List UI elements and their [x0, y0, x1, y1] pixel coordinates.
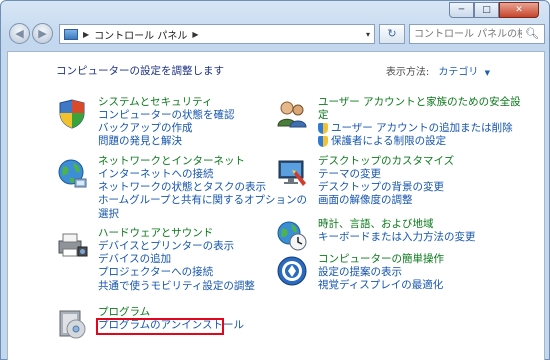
category-title[interactable]: コンピューターの簡単操作 [318, 253, 444, 266]
shield-check-icon[interactable] [56, 98, 88, 130]
category-link[interactable]: 共通で使うモビリティ設定の調整 [98, 280, 255, 293]
page-title: コンピューターの設定を調整します [56, 65, 224, 77]
printer-camera-icon[interactable] [56, 229, 88, 261]
globe-network-icon[interactable] [56, 157, 88, 189]
category-link[interactable]: ユーザー アカウントの追加または削除 [318, 122, 521, 135]
programs-disc-icon[interactable] [56, 308, 88, 340]
category-link[interactable]: デバイスとプリンターの表示 [98, 240, 255, 253]
highlight-annotation [96, 318, 224, 335]
desktop-paint-icon[interactable] [276, 157, 308, 189]
minimize-button[interactable]: ─ [449, 2, 474, 18]
category-title[interactable]: デスクトップのカスタマイズ [318, 155, 454, 168]
close-button[interactable]: ✕ [499, 2, 539, 18]
category-link[interactable]: デスクトップの背景の変更 [318, 181, 454, 194]
control-panel-icon [64, 28, 78, 40]
search-input[interactable] [410, 25, 522, 43]
category-link[interactable]: デバイスの追加 [98, 253, 255, 266]
category-link[interactable]: バックアップの作成 [98, 122, 235, 135]
category-link[interactable]: テーマの変更 [318, 168, 454, 181]
forward-button[interactable]: ▶ [32, 23, 53, 44]
category-link[interactable]: 視覚ディスプレイの最適化 [318, 279, 444, 292]
view-by: 表示方法: カテゴリ ▼ [386, 63, 490, 78]
maximize-button[interactable]: □ [474, 2, 499, 18]
navigation-bar: ◀ ▶ ▶ コントロール パネル ▶ ▾ ↻ 🔍︎ [7, 21, 545, 47]
users-icon[interactable] [276, 98, 308, 130]
category-link[interactable]: コンピューターの状態を確認 [98, 109, 235, 122]
explorer-window: ─ □ ✕ ◀ ▶ ▶ コントロール パネル ▶ ▾ ↻ 🔍︎ コンピューターの… [0, 0, 550, 360]
back-button[interactable]: ◀ [9, 23, 30, 44]
category-title[interactable]: 定 [318, 109, 521, 122]
view-by-label: 表示方法: [385, 67, 430, 78]
category-title[interactable]: 時計、言語、および地域 [318, 218, 476, 231]
category-link[interactable]: 設定の提案の表示 [318, 266, 444, 279]
category-link[interactable]: 画面の解像度の調整 [318, 194, 454, 207]
category-link[interactable]: 選択 [98, 208, 307, 221]
dropdown-arrow-icon[interactable]: ▼ [485, 69, 490, 77]
category-title[interactable]: システムとセキュリティ [98, 96, 235, 109]
address-bar[interactable]: ▶ コントロール パネル ▶ ▾ [59, 24, 375, 44]
category-link[interactable]: 保護者による制限の設定 [318, 135, 521, 148]
breadcrumb-separator-icon[interactable]: ▶ [83, 30, 89, 39]
view-by-dropdown[interactable]: カテゴリ [438, 67, 478, 78]
window-controls: ─ □ ✕ [449, 2, 539, 18]
content-pane: コンピューターの設定を調整します 表示方法: カテゴリ ▼ システムとセキュリテ… [7, 51, 545, 360]
magnifier-icon[interactable]: 🔍︎ [525, 27, 539, 40]
category-link[interactable]: プロジェクターへの接続 [98, 266, 255, 279]
category-title[interactable]: ユーザー アカウントと家族のための安全設 [318, 96, 521, 109]
ease-of-access-icon[interactable] [276, 255, 308, 287]
category-link[interactable]: ホームグループと共有に関するオプションの [98, 194, 307, 207]
category-link[interactable]: キーボードまたは入力方法の変更 [318, 231, 476, 244]
breadcrumb-control-panel[interactable]: コントロール パネル [94, 27, 187, 42]
category-link[interactable]: 問題の発見と解決 [98, 135, 235, 148]
address-dropdown-icon[interactable]: ▾ [366, 30, 370, 39]
refresh-button[interactable]: ↻ [379, 24, 405, 44]
search-box[interactable]: 🔍︎ [409, 24, 545, 44]
category-title[interactable]: ハードウェアとサウンド [98, 227, 255, 240]
breadcrumb-separator-icon[interactable]: ▶ [192, 30, 198, 39]
clock-globe-icon[interactable] [276, 220, 308, 252]
